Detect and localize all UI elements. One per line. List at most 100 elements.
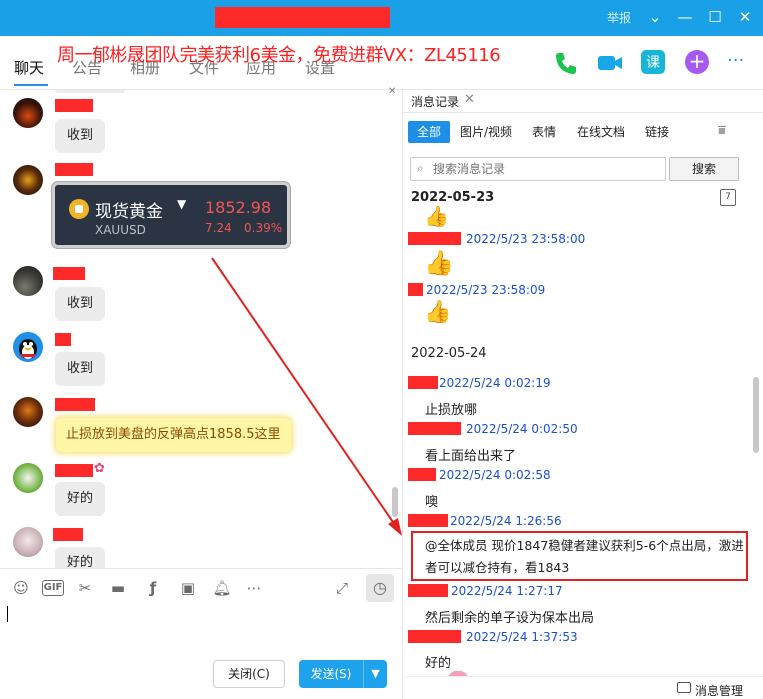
gold-price-card[interactable]: 现货黄金 ▼ XAUUSD 1852.98 7.24 0.39% [52, 182, 290, 248]
avatar[interactable] [13, 463, 43, 493]
avatar[interactable] [13, 397, 43, 427]
history-tab-divider [403, 112, 763, 113]
history-message[interactable]: @全体成员 现价1847稳健者建议获利5-6个点出局，激进者可以减仓持有，看18… [425, 535, 745, 579]
video-icon[interactable] [596, 50, 622, 76]
redacted-sender-name [55, 398, 95, 411]
history-search-box[interactable]: ⌕ [410, 157, 666, 181]
highlighted-message-bubble[interactable]: 止损放到美盘的反弹高点1858.5这里 [56, 418, 291, 452]
message-timestamp: 2022/5/23 23:58:00 [466, 232, 586, 246]
redacted-sender-name [408, 376, 438, 389]
avatar[interactable] [13, 266, 43, 296]
send-options-chevron-icon[interactable]: ▼ [363, 660, 387, 688]
promo-banner-text: 周一郁彬晟团队完美获利6美金，免费进群VX：ZL45116 [57, 45, 501, 66]
history-message[interactable]: 然后剩余的单子设为保本出局 [425, 607, 594, 626]
caret-down-icon: ▼ [177, 197, 187, 211]
redacted-sender-name [55, 464, 93, 477]
message-bubble[interactable]: 收到 [55, 287, 106, 321]
message-bubble[interactable]: 收到 [55, 119, 106, 153]
message-timestamp: 2022/5/24 1:27:17 [451, 584, 563, 598]
history-message[interactable]: 止损放哪 [425, 399, 477, 418]
tab-chat[interactable]: 聊天 [14, 57, 44, 78]
calendar-icon[interactable]: 7 [720, 189, 736, 206]
redacted-sender-name [408, 514, 448, 527]
search-input[interactable] [433, 160, 661, 178]
gif-icon[interactable]: GIF [42, 580, 64, 596]
message-bubble[interactable]: 好的 [55, 547, 106, 568]
folder-icon[interactable]: ▬ [108, 578, 128, 598]
history-clock-icon[interactable]: ◷ [366, 574, 394, 602]
avatar[interactable] [13, 527, 43, 557]
avatar[interactable] [13, 98, 43, 128]
more-icon[interactable]: ··· [727, 50, 753, 76]
thumbs-up-icon: 👍 [424, 249, 454, 277]
message-manage-link[interactable]: 消息管理 [695, 682, 743, 699]
message-timestamp: 2022/5/23 23:58:09 [426, 283, 546, 297]
filter-links[interactable]: 链接 [636, 121, 678, 143]
redacted-sender-name [408, 584, 448, 597]
redacted-sender-name [408, 422, 461, 435]
maximize-button[interactable]: ☐ [704, 6, 726, 28]
close-window-button[interactable]: ✕ [734, 6, 756, 28]
message-timestamp: 2022/5/24 1:26:56 [450, 514, 562, 528]
redacted-sender-name [53, 528, 83, 541]
tab-message-history[interactable]: 消息记录 [411, 93, 459, 110]
redacted-window-title [215, 7, 390, 28]
message-input[interactable] [0, 606, 402, 652]
message-bubble[interactable]: 收到 [55, 352, 106, 386]
message-timestamp: 2022/5/24 0:02:19 [439, 376, 551, 390]
dropdown-icon[interactable]: ⌄ [644, 6, 666, 28]
thumbs-up-icon: 👍 [424, 204, 449, 228]
history-message[interactable]: 好的 [425, 652, 451, 671]
partial-bubble [55, 90, 125, 93]
more-tools-icon[interactable]: ⋯ [244, 578, 264, 598]
filter-docs[interactable]: 在线文档 [568, 121, 634, 143]
emoji-icon[interactable]: ☺ [11, 578, 31, 598]
gold-price: 1852.98 [205, 198, 272, 217]
close-button[interactable]: 关闭(C) [213, 660, 285, 688]
thumbs-up-icon: 👍 [424, 300, 452, 325]
expand-icon[interactable]: ⤢ [332, 578, 352, 598]
filter-media[interactable]: 图片/视频 [451, 121, 521, 143]
filter-stickers[interactable]: 表情 [523, 121, 565, 143]
gold-change: 7.24 [205, 221, 232, 235]
redacted-sender-name [408, 283, 423, 296]
gold-name: 现货黄金 [95, 202, 163, 222]
close-icon[interactable]: ✕ [464, 92, 475, 107]
class-icon[interactable]: 课 [641, 50, 665, 74]
chat-scrollbar[interactable] [392, 487, 398, 517]
message-bubble[interactable]: 好的 [55, 482, 106, 516]
date-header: 2022-05-23 [411, 190, 495, 205]
redacted-sender-name [55, 333, 71, 346]
avatar[interactable] [13, 332, 43, 362]
redacted-sender-name [53, 267, 85, 280]
gold-coin-icon [69, 199, 89, 219]
image-icon[interactable]: ▣ [178, 578, 198, 598]
panel-divider [402, 90, 403, 699]
minimize-button[interactable]: — [674, 6, 696, 28]
filter-all[interactable]: 全部 [408, 121, 451, 143]
filter-icon[interactable]: ⩸ [718, 123, 738, 141]
message-timestamp: 2022/5/24 0:02:58 [439, 468, 551, 482]
history-scrollbar[interactable] [753, 377, 759, 453]
history-message[interactable]: 看上面给出来了 [425, 445, 516, 464]
bell-icon[interactable]: 🔔︎ [212, 578, 232, 598]
redacted-sender-name [55, 163, 93, 176]
send-button[interactable]: 发送(S) [299, 660, 363, 688]
message-timestamp: 2022/5/24 0:02:50 [466, 422, 578, 436]
message-manage-icon[interactable] [677, 682, 691, 693]
search-icon: ⌕ [417, 161, 424, 175]
phone-icon[interactable] [553, 50, 579, 76]
document-icon[interactable]: ƒ [143, 578, 163, 598]
date-header: 2022-05-24 [411, 346, 487, 361]
gold-percent: 0.39% [244, 221, 283, 235]
gold-code: XAUUSD [95, 223, 146, 237]
redacted-sender-name [408, 630, 461, 643]
report-link[interactable]: 举报 [607, 9, 631, 26]
plus-icon[interactable]: + [685, 50, 709, 74]
redacted-sender-name [408, 468, 436, 481]
history-message[interactable]: 噢 [425, 491, 438, 510]
avatar[interactable] [13, 165, 43, 195]
scissors-icon[interactable]: ✂ [75, 578, 95, 598]
collapse-icon[interactable]: ✕ [388, 86, 396, 97]
search-button[interactable]: 搜索 [669, 157, 739, 181]
